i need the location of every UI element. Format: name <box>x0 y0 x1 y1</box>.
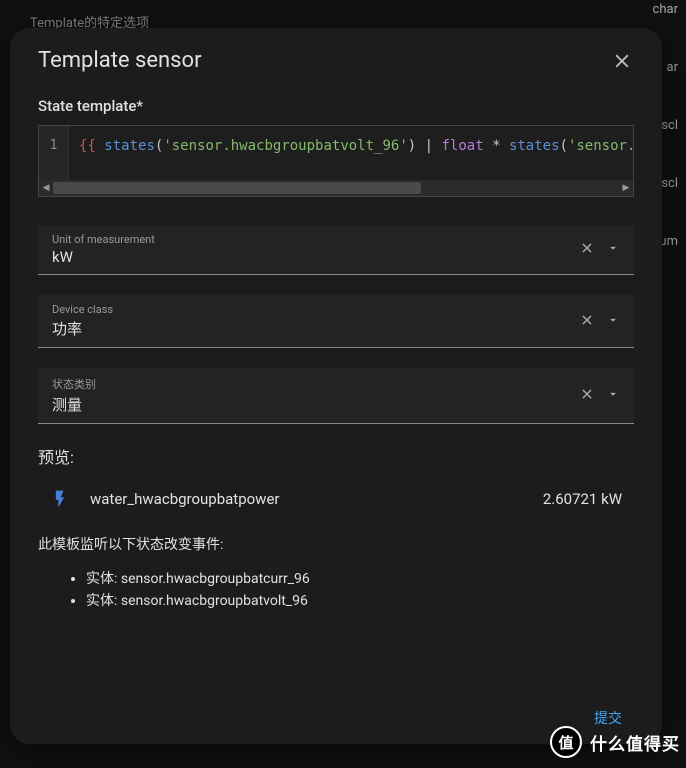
close-icon <box>580 313 594 327</box>
entity-prefix: 实体: <box>86 593 121 609</box>
code-token: 'sensor.hw <box>568 138 633 154</box>
dialog-title: Template sensor <box>38 48 202 73</box>
code-gutter: 1 <box>39 126 69 180</box>
unit-label: Unit of measurement <box>52 233 580 246</box>
code-token: states <box>509 138 560 154</box>
chevron-down-icon <box>606 313 620 327</box>
preview-label: 预览: <box>38 444 634 468</box>
clear-unit-button[interactable] <box>580 240 594 259</box>
clear-device-class-button[interactable] <box>580 312 594 331</box>
listen-events-text: 此模板监听以下状态改变事件: <box>38 534 634 554</box>
code-token: float <box>441 138 483 154</box>
scroll-left-arrow[interactable]: ◀ <box>39 180 53 196</box>
dialog-header: Template sensor <box>38 48 634 73</box>
watermark: 值 什么值得买 <box>550 726 680 758</box>
device-class-field[interactable]: Device class 功率 <box>38 295 634 348</box>
flash-icon <box>50 486 70 512</box>
backdrop-text: char <box>653 2 678 17</box>
entity-prefix: 实体: <box>86 571 121 587</box>
preview-row: water_hwacbgroupbatpower 2.60721 kW <box>38 486 634 512</box>
code-token: * <box>484 138 509 154</box>
line-number: 1 <box>50 138 58 153</box>
close-icon <box>580 241 594 255</box>
entity-id: sensor.hwacbgroupbatcurr_96 <box>121 571 310 587</box>
backdrop-text: ar <box>667 60 678 75</box>
state-template-editor[interactable]: 1 {{ states('sensor.hwacbgroupbatvolt_96… <box>38 125 634 197</box>
backdrop-text: um <box>659 234 678 249</box>
code-token: 'sensor.hwacbgroupbatvolt_96' <box>163 138 407 154</box>
code-token: | <box>425 138 442 154</box>
unit-dropdown-toggle[interactable] <box>606 240 620 259</box>
list-item: 实体: sensor.hwacbgroupbatcurr_96 <box>86 568 634 588</box>
entity-list: 实体: sensor.hwacbgroupbatcurr_96 实体: sens… <box>38 568 634 610</box>
template-sensor-dialog: Template sensor State template* 1 {{ sta… <box>10 28 662 744</box>
code-token: {{ <box>79 138 96 154</box>
code-token: states <box>104 138 155 154</box>
state-class-field[interactable]: 状态类别 测量 <box>38 368 634 424</box>
unit-value: kW <box>52 248 580 266</box>
clear-state-class-button[interactable] <box>580 386 594 405</box>
code-content[interactable]: {{ states('sensor.hwacbgroupbatvolt_96')… <box>69 126 633 180</box>
scroll-track[interactable] <box>53 180 619 196</box>
backdrop-text: scl <box>661 176 678 191</box>
watermark-text: 什么值得买 <box>590 730 680 755</box>
device-class-label: Device class <box>52 303 580 316</box>
chevron-down-icon <box>606 241 620 255</box>
state-class-value: 测量 <box>52 394 580 415</box>
entity-id: sensor.hwacbgroupbatvolt_96 <box>121 593 308 609</box>
scroll-right-arrow[interactable]: ▶ <box>619 180 633 196</box>
code-token: ) <box>408 138 416 154</box>
preview-entity-name: water_hwacbgroupbatpower <box>90 490 523 508</box>
code-token: ( <box>560 138 568 154</box>
close-icon <box>612 51 632 71</box>
scroll-thumb[interactable] <box>53 182 421 194</box>
device-class-dropdown-toggle[interactable] <box>606 312 620 331</box>
state-class-label: 状态类别 <box>52 376 580 392</box>
chevron-down-icon <box>606 387 620 401</box>
close-icon <box>580 387 594 401</box>
backdrop-text: scl <box>661 118 678 133</box>
horizontal-scrollbar[interactable]: ◀ ▶ <box>39 180 633 196</box>
watermark-badge: 值 <box>550 726 582 758</box>
unit-of-measurement-field[interactable]: Unit of measurement kW <box>38 225 634 275</box>
device-class-value: 功率 <box>52 318 580 339</box>
state-template-label: State template* <box>38 97 634 115</box>
list-item: 实体: sensor.hwacbgroupbatvolt_96 <box>86 590 634 610</box>
state-class-dropdown-toggle[interactable] <box>606 386 620 405</box>
preview-entity-value: 2.60721 kW <box>543 490 622 508</box>
close-button[interactable] <box>610 49 634 73</box>
